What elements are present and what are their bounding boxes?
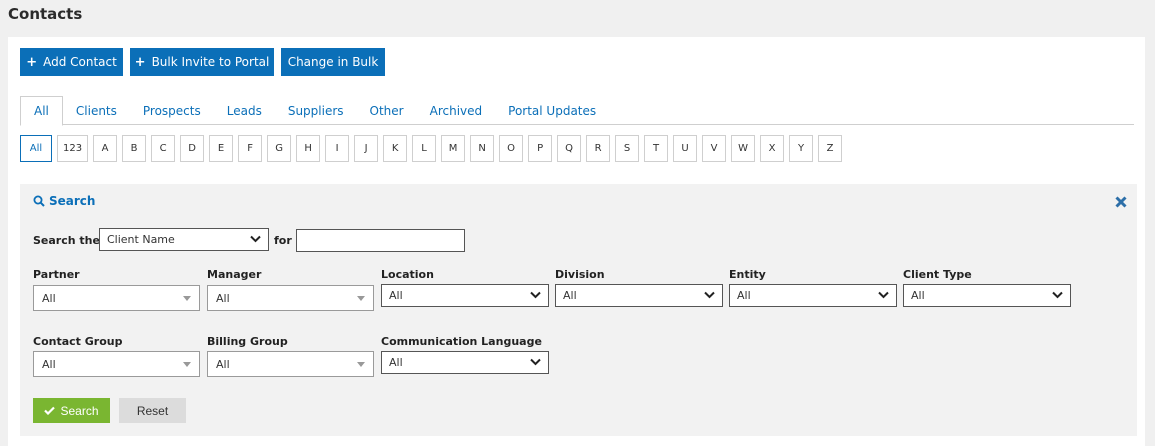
alpha-filter-l[interactable]: L: [412, 135, 437, 162]
entity-label: Entity: [729, 268, 766, 281]
tab-clients[interactable]: Clients: [63, 96, 130, 125]
add-contact-label: Add Contact: [43, 55, 117, 69]
bulk-invite-button[interactable]: + Bulk Invite to Portal: [130, 48, 274, 76]
page-title: Contacts: [8, 5, 83, 23]
search-button-label: Search: [60, 403, 99, 418]
alpha-filter-o[interactable]: O: [499, 135, 524, 162]
client-type-value: All: [911, 289, 925, 302]
division-label: Division: [555, 268, 605, 281]
manager-select[interactable]: All: [207, 285, 374, 311]
location-label: Location: [381, 268, 434, 281]
partner-label: Partner: [33, 268, 80, 281]
search-panel: Search Search the Client Name for Partne…: [20, 184, 1137, 436]
alpha-filter-all[interactable]: All: [20, 135, 52, 162]
contact-group-select[interactable]: All: [33, 351, 200, 377]
alpha-filter-w[interactable]: W: [731, 135, 756, 162]
entity-select[interactable]: All: [729, 284, 897, 307]
communication-language-value: All: [389, 356, 403, 369]
alpha-filter-f[interactable]: F: [238, 135, 263, 162]
bulk-invite-label: Bulk Invite to Portal: [151, 55, 270, 69]
tab-archived[interactable]: Archived: [417, 96, 496, 125]
partner-select[interactable]: All: [33, 285, 200, 311]
chevron-down-icon: [357, 362, 365, 367]
division-value: All: [563, 289, 577, 302]
location-select[interactable]: All: [381, 284, 549, 307]
chevron-down-icon: [1052, 291, 1063, 299]
plus-icon: +: [26, 54, 38, 70]
chevron-down-icon: [530, 358, 541, 366]
tab-all[interactable]: All: [20, 96, 63, 126]
search-field-select[interactable]: Client Name: [99, 228, 269, 251]
chevron-down-icon: [704, 291, 715, 299]
magnifier-icon: [33, 195, 45, 207]
alpha-filter-d[interactable]: D: [180, 135, 205, 162]
plus-icon: +: [134, 54, 146, 70]
contact-group-label: Contact Group: [33, 335, 123, 348]
contact-tabs: All Clients Prospects Leads Suppliers Ot…: [20, 96, 1134, 126]
client-type-label: Client Type: [903, 268, 972, 281]
search-the-label: Search the: [33, 234, 100, 247]
alpha-filter-n[interactable]: N: [470, 135, 495, 162]
alpha-filter-e[interactable]: E: [209, 135, 234, 162]
communication-language-label: Communication Language: [381, 335, 542, 348]
alpha-filter-123[interactable]: 123: [57, 135, 89, 162]
tab-portal-updates[interactable]: Portal Updates: [495, 96, 609, 125]
alpha-filter-i[interactable]: I: [325, 135, 350, 162]
alpha-filter-h[interactable]: H: [296, 135, 321, 162]
location-value: All: [389, 289, 403, 302]
alpha-filter-g[interactable]: G: [267, 135, 292, 162]
client-type-select[interactable]: All: [903, 284, 1071, 307]
alpha-filter-j[interactable]: J: [354, 135, 379, 162]
search-button[interactable]: Search: [33, 398, 110, 423]
alpha-filter-z[interactable]: Z: [818, 135, 843, 162]
chevron-down-icon: [183, 296, 191, 301]
change-in-bulk-button[interactable]: Change in Bulk: [281, 48, 385, 76]
chevron-down-icon: [530, 291, 541, 299]
add-contact-button[interactable]: + Add Contact: [20, 48, 123, 76]
alpha-filter-k[interactable]: K: [383, 135, 408, 162]
alpha-filter-a[interactable]: A: [93, 135, 118, 162]
alphabet-filter: All 123 A B C D E F G H I J K L M N O P Q R S T U V W X Y Z: [20, 135, 847, 162]
tab-prospects[interactable]: Prospects: [130, 96, 214, 125]
search-toggle[interactable]: Search: [33, 194, 95, 208]
communication-language-select[interactable]: All: [381, 351, 549, 374]
billing-group-select[interactable]: All: [207, 351, 374, 377]
division-select[interactable]: All: [555, 284, 723, 307]
alpha-filter-v[interactable]: V: [702, 135, 727, 162]
chevron-down-icon: [357, 296, 365, 301]
main-panel: + Add Contact + Bulk Invite to Portal Ch…: [8, 37, 1145, 446]
chevron-down-icon: [250, 235, 261, 243]
chevron-down-icon: [183, 362, 191, 367]
partner-value: All: [42, 291, 56, 305]
billing-group-label: Billing Group: [207, 335, 288, 348]
entity-value: All: [737, 289, 751, 302]
close-icon[interactable]: [1115, 196, 1127, 211]
reset-button[interactable]: Reset: [119, 398, 186, 423]
search-field-value: Client Name: [107, 233, 175, 246]
alpha-filter-q[interactable]: Q: [557, 135, 582, 162]
alpha-filter-r[interactable]: R: [586, 135, 611, 162]
tab-other[interactable]: Other: [357, 96, 417, 125]
tab-leads[interactable]: Leads: [214, 96, 275, 125]
manager-value: All: [216, 291, 230, 305]
search-term-input[interactable]: [296, 229, 465, 252]
chevron-down-icon: [878, 291, 889, 299]
alpha-filter-t[interactable]: T: [644, 135, 669, 162]
alpha-filter-x[interactable]: X: [760, 135, 785, 162]
alpha-filter-y[interactable]: Y: [789, 135, 814, 162]
alpha-filter-b[interactable]: B: [122, 135, 147, 162]
alpha-filter-p[interactable]: P: [528, 135, 553, 162]
billing-group-value: All: [216, 357, 230, 371]
search-title: Search: [49, 194, 96, 208]
alpha-filter-c[interactable]: C: [151, 135, 176, 162]
check-icon: [44, 406, 56, 415]
alpha-filter-s[interactable]: S: [615, 135, 640, 162]
alpha-filter-u[interactable]: U: [673, 135, 698, 162]
tab-suppliers[interactable]: Suppliers: [275, 96, 357, 125]
for-label: for: [274, 234, 292, 247]
manager-label: Manager: [207, 268, 262, 281]
contact-group-value: All: [42, 357, 56, 371]
alpha-filter-m[interactable]: M: [441, 135, 466, 162]
